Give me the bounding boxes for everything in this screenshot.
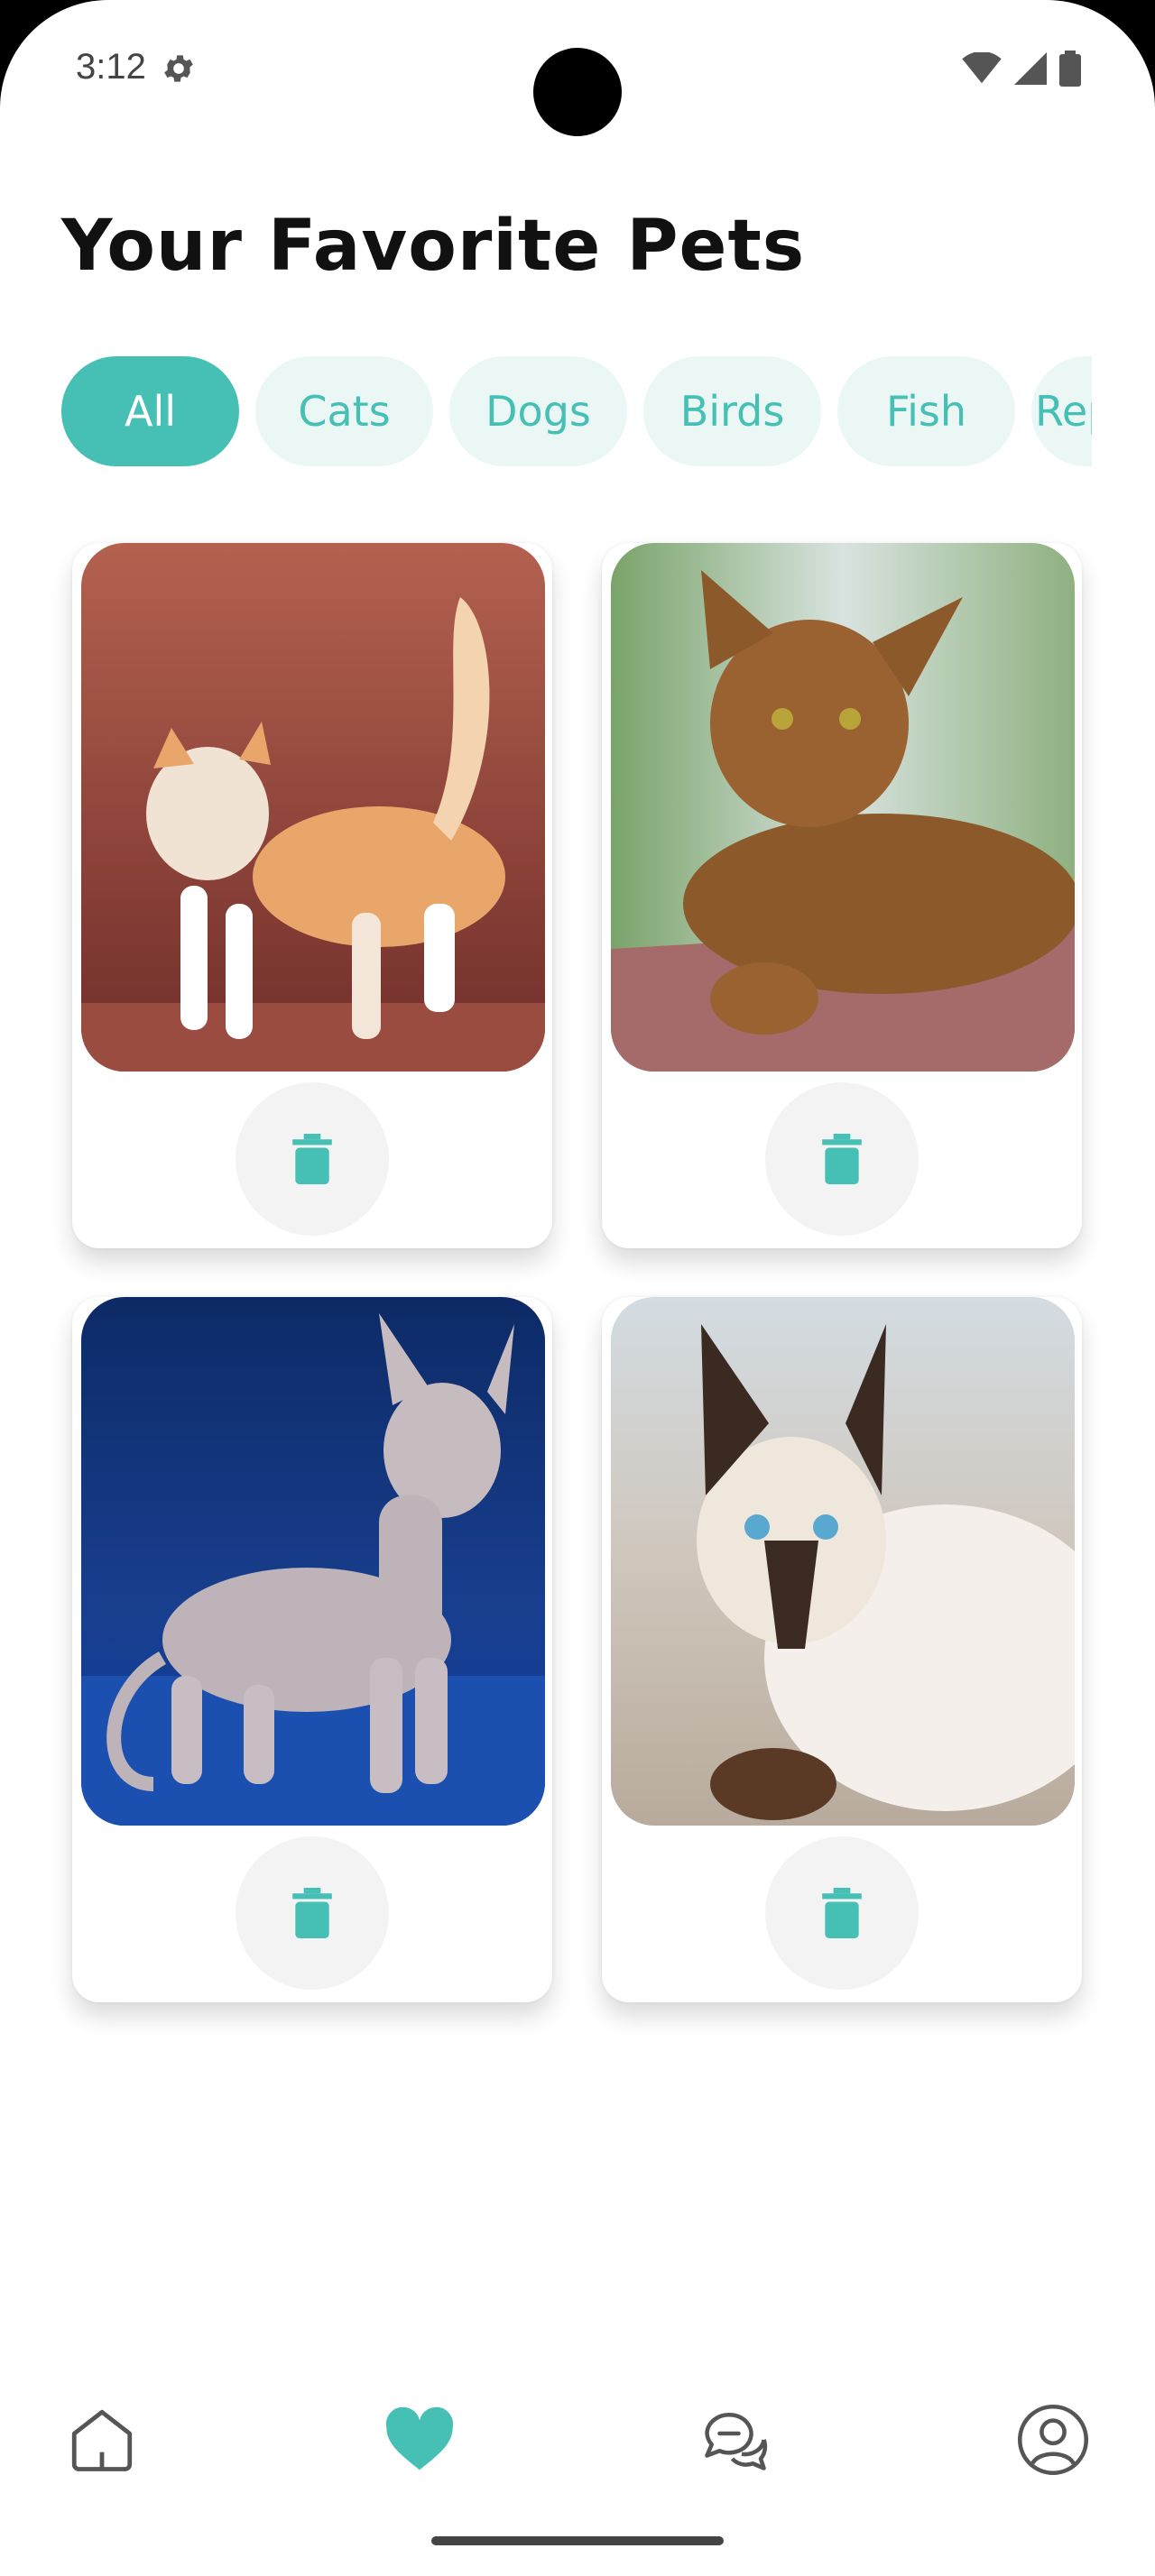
page-title: Your Favorite Pets: [61, 206, 806, 287]
pet-card[interactable]: [72, 1297, 552, 2002]
chip-dogs[interactable]: Dogs: [449, 356, 627, 466]
status-time: 3:12: [76, 47, 146, 87]
delete-button[interactable]: [236, 1082, 389, 1236]
nav-favorites[interactable]: [379, 2399, 460, 2480]
chip-all[interactable]: All: [61, 356, 239, 466]
gesture-home-bar[interactable]: [431, 2536, 724, 2545]
status-icons: [962, 51, 1081, 87]
pet-card[interactable]: [602, 543, 1082, 1248]
orange-white-curl-cat-photo[interactable]: [81, 543, 545, 1072]
nav-home[interactable]: [61, 2399, 143, 2480]
delete-button[interactable]: [765, 1836, 919, 1990]
delete-button[interactable]: [765, 1082, 919, 1236]
chat-icon: [705, 2413, 768, 2470]
category-filter-bar[interactable]: All Cats Dogs Birds Fish Reptiles: [61, 356, 1092, 468]
signal-icon: [1014, 52, 1047, 85]
nav-chat[interactable]: [695, 2399, 776, 2480]
camera-cutout: [533, 48, 622, 136]
delete-button[interactable]: [236, 1836, 389, 1990]
pet-card[interactable]: [72, 543, 552, 1248]
chip-fish[interactable]: Fish: [837, 356, 1015, 466]
settings-gear-icon: [164, 55, 193, 82]
wifi-icon: [962, 52, 1002, 84]
chip-cats[interactable]: Cats: [255, 356, 433, 466]
ruddy-abyssinian-cat-photo[interactable]: [611, 543, 1075, 1072]
trash-icon: [292, 1134, 332, 1184]
trash-icon: [822, 1134, 862, 1184]
chip-birds[interactable]: Birds: [643, 356, 821, 466]
chip-reptiles[interactable]: Reptiles: [1031, 356, 1092, 466]
nav-profile[interactable]: [1012, 2399, 1094, 2480]
siamese-cat-photo[interactable]: [611, 1297, 1075, 1826]
trash-icon: [822, 1888, 862, 1938]
home-icon: [71, 2409, 133, 2471]
profile-icon: [1017, 2404, 1089, 2476]
favorites-heart-icon: [385, 2406, 454, 2470]
trash-icon: [292, 1888, 332, 1938]
sphynx-cat-photo[interactable]: [81, 1297, 545, 1826]
pet-card[interactable]: [602, 1297, 1082, 2002]
favorites-screen: 3:12 Your Favorite Pets All Cats Dogs Bi…: [0, 0, 1155, 2576]
battery-icon: [1059, 51, 1081, 87]
